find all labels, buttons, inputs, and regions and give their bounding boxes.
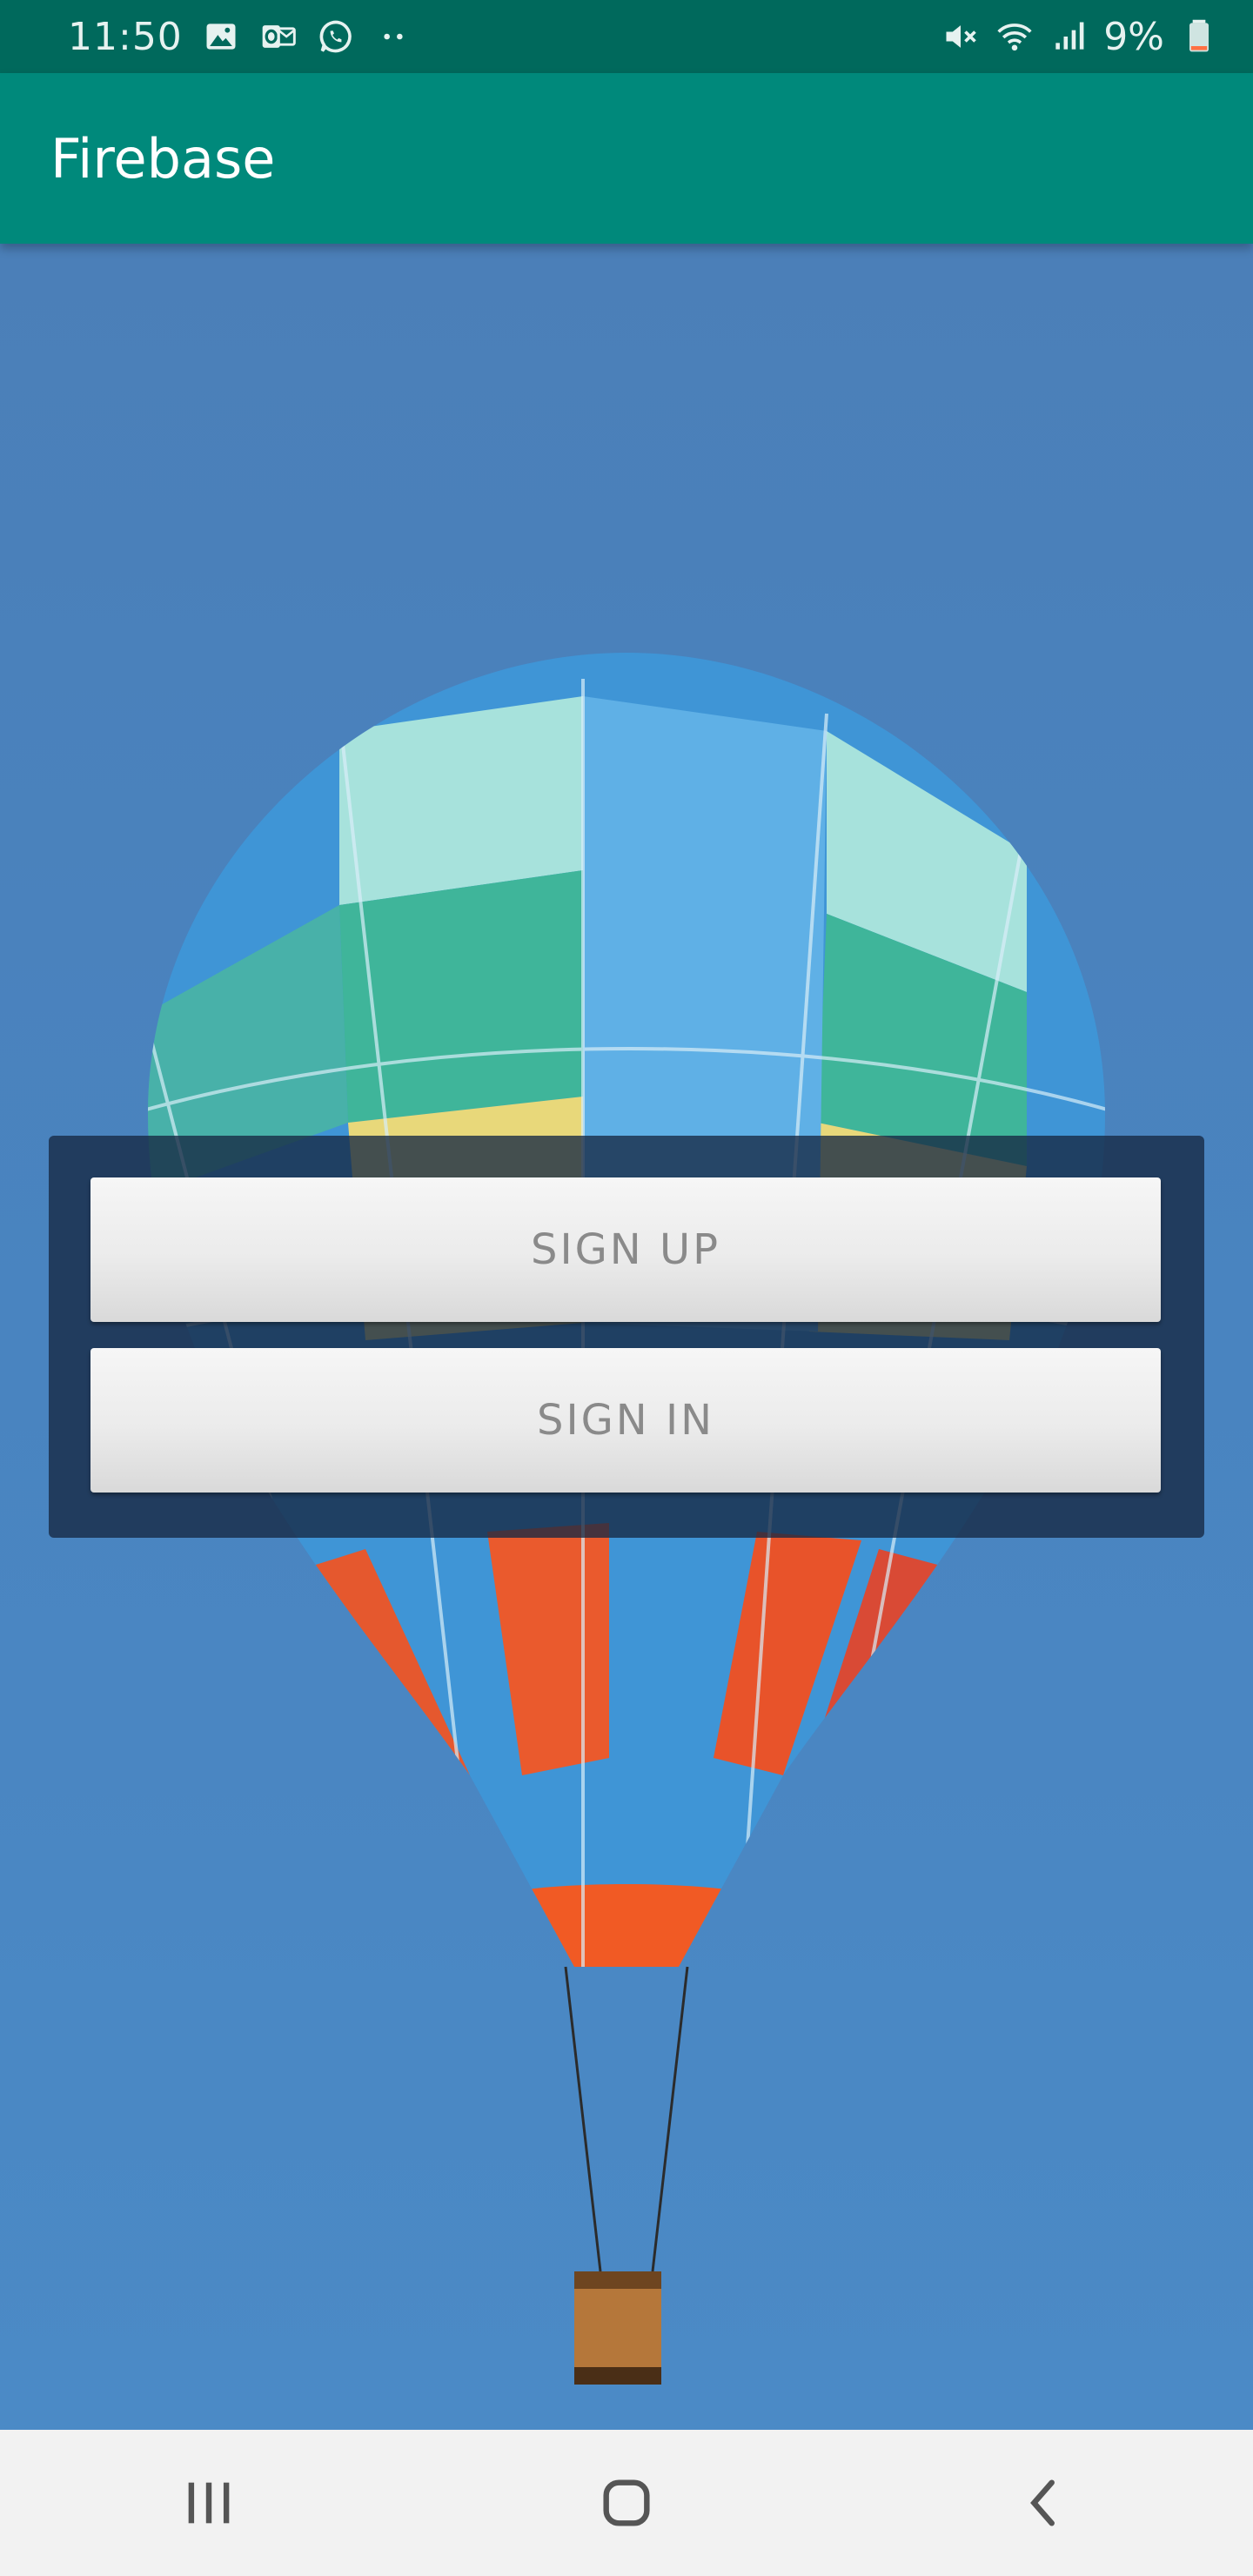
status-time: 11:50 — [68, 14, 183, 59]
more-dots-icon — [384, 33, 403, 40]
app-bar: Firebase — [0, 73, 1253, 244]
image-icon — [206, 23, 236, 50]
home-button[interactable] — [557, 2451, 696, 2555]
sign-in-button[interactable]: SIGN IN — [90, 1348, 1161, 1493]
app-title: Firebase — [50, 126, 276, 191]
whatsapp-icon — [319, 20, 352, 53]
status-right: 9% — [941, 15, 1218, 59]
navigation-bar — [0, 2430, 1253, 2576]
back-button[interactable] — [975, 2451, 1114, 2555]
outlook-icon — [262, 25, 296, 48]
mute-icon — [946, 25, 976, 48]
recent-apps-button[interactable] — [139, 2451, 278, 2555]
background-image: SIGN UP SIGN IN — [0, 244, 1253, 2430]
back-icon — [1030, 2479, 1055, 2526]
status-bar: 11:50 9% — [0, 0, 1253, 73]
auth-card: SIGN UP SIGN IN — [49, 1136, 1204, 1538]
signal-icon — [1055, 22, 1084, 50]
wifi-icon — [997, 23, 1032, 51]
status-left: 11:50 — [68, 15, 412, 59]
battery-percent: 9% — [1103, 14, 1164, 59]
battery-icon — [1189, 19, 1209, 52]
sign-up-button[interactable]: SIGN UP — [90, 1177, 1161, 1322]
recent-apps-icon — [188, 2482, 230, 2524]
home-icon — [603, 2479, 650, 2526]
